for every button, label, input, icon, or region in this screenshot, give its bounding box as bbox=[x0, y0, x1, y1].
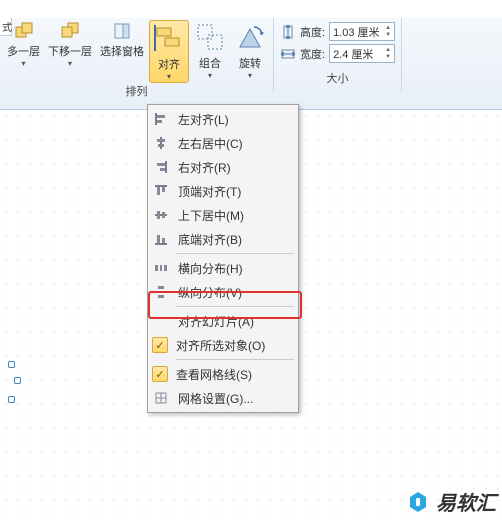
menu-item-distribute-h[interactable]: 横向分布(H) bbox=[148, 256, 298, 280]
chevron-down-icon: ▾ bbox=[208, 71, 212, 80]
menu-item-label: 网格设置(G)... bbox=[178, 390, 253, 407]
distribute-v-icon bbox=[152, 283, 170, 301]
selection-pane-button[interactable]: 选择窗格 bbox=[97, 20, 147, 60]
rotate-icon bbox=[234, 21, 266, 53]
menu-item-label: 上下居中(M) bbox=[178, 207, 244, 224]
ribbon: 多一层 ▾ 下移一层 ▾ 选择窗格 对齐 ▾ bbox=[0, 18, 502, 110]
tab-fragment: 式 bbox=[0, 18, 12, 36]
menu-item-label: 底端对齐(B) bbox=[178, 231, 242, 248]
send-backward-button[interactable]: 下移一层 ▾ bbox=[45, 20, 95, 69]
menu-item-label: 顶端对齐(T) bbox=[178, 183, 241, 200]
send-backward-icon bbox=[60, 21, 80, 41]
bring-forward-label: 多一层 bbox=[7, 43, 40, 59]
menu-item-distribute-v[interactable]: 纵向分布(V) bbox=[148, 280, 298, 304]
spinner-icon[interactable]: ▲▼ bbox=[385, 25, 391, 39]
menu-item-align-right[interactable]: 右对齐(R) bbox=[148, 155, 298, 179]
height-input[interactable]: 1.03 厘米 ▲▼ bbox=[329, 22, 395, 41]
menu-item-label: 右对齐(R) bbox=[178, 159, 231, 176]
selected-shape[interactable] bbox=[0, 365, 20, 399]
menu-separator bbox=[176, 253, 294, 254]
width-value: 2.4 厘米 bbox=[333, 46, 373, 62]
menu-item-label: 横向分布(H) bbox=[178, 260, 243, 277]
menu-item-label: 左对齐(L) bbox=[178, 111, 229, 128]
align-label: 对齐 bbox=[158, 56, 180, 72]
size-group-label: 大小 bbox=[280, 70, 395, 88]
menu-separator bbox=[176, 306, 294, 307]
menu-item-align-selected[interactable]: ✓ 对齐所选对象(O) bbox=[148, 333, 298, 357]
menu-item-align-left[interactable]: 左对齐(L) bbox=[148, 107, 298, 131]
arrange-group: 多一层 ▾ 下移一层 ▾ 选择窗格 对齐 ▾ bbox=[0, 18, 274, 92]
menu-item-align-center-h[interactable]: 左右居中(C) bbox=[148, 131, 298, 155]
menu-item-align-middle-v[interactable]: 上下居中(M) bbox=[148, 203, 298, 227]
width-input[interactable]: 2.4 厘米 ▲▼ bbox=[329, 44, 395, 63]
menu-item-align-top[interactable]: 顶端对齐(T) bbox=[148, 179, 298, 203]
align-to-slide-icon bbox=[152, 312, 170, 330]
align-button[interactable]: 对齐 ▾ bbox=[149, 20, 189, 83]
align-right-icon bbox=[152, 158, 170, 176]
menu-item-grid-settings[interactable]: 网格设置(G)... bbox=[148, 386, 298, 410]
align-icon bbox=[153, 22, 185, 54]
check-icon: ✓ bbox=[152, 337, 168, 353]
send-backward-label: 下移一层 bbox=[48, 43, 92, 59]
group-label: 组合 bbox=[199, 55, 221, 71]
group-button[interactable]: 组合 ▾ bbox=[191, 20, 229, 81]
menu-item-label: 对齐所选对象(O) bbox=[176, 337, 265, 354]
height-icon bbox=[280, 24, 296, 40]
align-top-icon bbox=[152, 182, 170, 200]
align-center-h-icon bbox=[152, 134, 170, 152]
bring-forward-icon bbox=[14, 21, 34, 41]
spinner-icon[interactable]: ▲▼ bbox=[385, 47, 391, 61]
menu-item-label: 对齐幻灯片(A) bbox=[178, 313, 254, 330]
align-bottom-icon bbox=[152, 230, 170, 248]
menu-item-label: 纵向分布(V) bbox=[178, 284, 242, 301]
group-icon bbox=[194, 21, 226, 53]
menu-item-label: 查看网格线(S) bbox=[176, 366, 252, 383]
grid-settings-icon bbox=[152, 389, 170, 407]
distribute-h-icon bbox=[152, 259, 170, 277]
rotate-label: 旋转 bbox=[239, 55, 261, 71]
menu-item-align-to-slide[interactable]: 对齐幻灯片(A) bbox=[148, 309, 298, 333]
align-left-icon bbox=[152, 110, 170, 128]
chevron-down-icon: ▾ bbox=[248, 71, 252, 80]
chevron-down-icon: ▾ bbox=[167, 72, 171, 81]
align-middle-v-icon bbox=[152, 206, 170, 224]
selection-pane-label: 选择窗格 bbox=[100, 43, 144, 59]
height-label: 高度: bbox=[300, 24, 325, 40]
rotate-button[interactable]: 旋转 ▾ bbox=[231, 20, 269, 81]
arrange-group-label: 排列 bbox=[4, 83, 269, 101]
size-group: 高度: 1.03 厘米 ▲▼ 宽度: 2.4 厘米 ▲▼ 大小 bbox=[274, 18, 402, 92]
width-icon bbox=[280, 46, 296, 62]
chevron-down-icon: ▾ bbox=[68, 59, 72, 68]
menu-separator bbox=[176, 359, 294, 360]
menu-item-label: 左右居中(C) bbox=[178, 135, 243, 152]
selection-pane-icon bbox=[112, 21, 132, 41]
menu-item-align-bottom[interactable]: 底端对齐(B) bbox=[148, 227, 298, 251]
check-icon: ✓ bbox=[152, 366, 168, 382]
height-value: 1.03 厘米 bbox=[333, 24, 379, 40]
width-label: 宽度: bbox=[300, 46, 325, 62]
menu-item-view-gridlines[interactable]: ✓ 查看网格线(S) bbox=[148, 362, 298, 386]
chevron-down-icon: ▾ bbox=[21, 59, 25, 68]
align-dropdown: 左对齐(L) 左右居中(C) 右对齐(R) 顶端对齐(T) 上下居中(M) 底端对齐(B)… bbox=[147, 104, 299, 413]
